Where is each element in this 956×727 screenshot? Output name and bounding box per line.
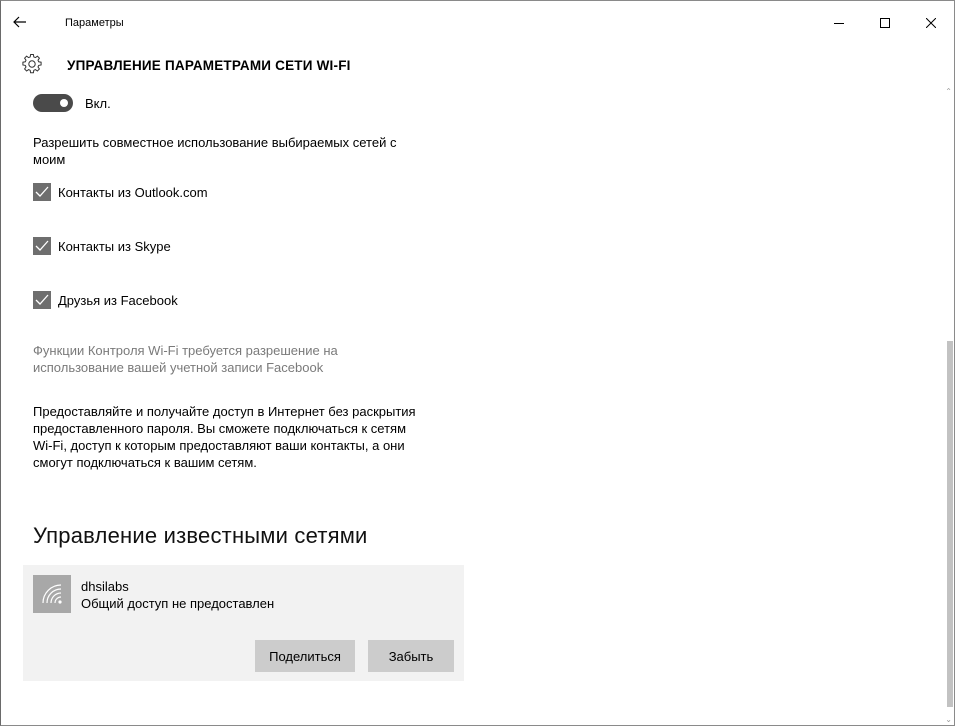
checkmark-icon bbox=[35, 186, 49, 197]
share-heading-line: моим bbox=[33, 152, 66, 167]
forget-button[interactable]: Забыть bbox=[368, 640, 454, 672]
maximize-icon bbox=[880, 18, 890, 28]
share-button[interactable]: Поделиться bbox=[255, 640, 355, 672]
network-name: dhsilabs bbox=[81, 579, 129, 594]
checkbox-outlook[interactable]: Контакты из Outlook.com bbox=[33, 183, 208, 201]
scroll-down-icon[interactable]: ⌄ bbox=[945, 715, 952, 724]
maximize-button[interactable] bbox=[862, 1, 908, 45]
known-networks-title: Управление известными сетями bbox=[33, 523, 368, 548]
facebook-note-line: использование вашей учетной записи Faceb… bbox=[33, 360, 324, 375]
title-bar: Параметры bbox=[1, 1, 954, 45]
facebook-note-line: Функции Контроля Wi-Fi требуется разреше… bbox=[33, 343, 338, 358]
network-status: Общий доступ не предоставлен bbox=[81, 596, 275, 611]
network-item[interactable]: dhsilabs Общий доступ не предоставлен По… bbox=[23, 565, 464, 681]
window-controls bbox=[816, 1, 954, 45]
settings-window: Параметры УПРАВЛЕНИЕ ПАРАМЕТРАМИ СЕТИ WI… bbox=[0, 0, 955, 726]
description-line: смогут подключаться к вашим сетям. bbox=[33, 455, 257, 470]
share-heading: Разрешить совместное использование выбир… bbox=[33, 134, 396, 168]
back-arrow-icon bbox=[13, 16, 26, 28]
close-button[interactable] bbox=[908, 1, 954, 45]
checkmark-icon bbox=[35, 240, 49, 251]
wifi-icon bbox=[42, 584, 62, 604]
page-title: УПРАВЛЕНИЕ ПАРАМЕТРАМИ СЕТИ WI-FI bbox=[67, 58, 351, 73]
app-title: Параметры bbox=[65, 17, 124, 29]
checkbox-facebook[interactable]: Друзья из Facebook bbox=[33, 291, 178, 309]
description-line: Предоставляйте и получайте доступ в Инте… bbox=[33, 404, 416, 419]
toggle-knob bbox=[60, 99, 68, 107]
share-heading-line: Разрешить совместное использование выбир… bbox=[33, 135, 397, 150]
checkbox-label: Контакты из Outlook.com bbox=[58, 184, 208, 200]
checkbox-skype[interactable]: Контакты из Skype bbox=[33, 237, 171, 255]
toggle-label: Вкл. bbox=[85, 95, 111, 111]
wifi-sense-toggle[interactable] bbox=[33, 94, 73, 112]
checkbox-label: Друзья из Facebook bbox=[58, 292, 178, 308]
checkbox-label: Контакты из Skype bbox=[58, 238, 171, 254]
wifi-tile bbox=[33, 575, 71, 613]
description: Предоставляйте и получайте доступ в Инте… bbox=[33, 403, 416, 471]
checkbox-box[interactable] bbox=[33, 183, 51, 201]
facebook-note: Функции Контроля Wi-Fi требуется разреше… bbox=[33, 342, 338, 376]
minimize-icon bbox=[834, 23, 844, 24]
scrollbar-thumb[interactable] bbox=[947, 341, 953, 707]
description-line: Wi-Fi, доступ к которым предоставляют ва… bbox=[33, 438, 405, 453]
minimize-button[interactable] bbox=[816, 1, 862, 45]
close-icon bbox=[926, 18, 936, 28]
wifi-sense-toggle-row: Вкл. bbox=[33, 94, 111, 112]
checkbox-box[interactable] bbox=[33, 291, 51, 309]
gear-icon bbox=[22, 54, 42, 74]
description-line: предоставленного пароля. Вы сможете подк… bbox=[33, 421, 407, 436]
scroll-up-icon[interactable]: ⌃ bbox=[945, 87, 952, 96]
back-button[interactable] bbox=[5, 7, 35, 37]
page-header: УПРАВЛЕНИЕ ПАРАМЕТРАМИ СЕТИ WI-FI bbox=[1, 45, 954, 85]
checkmark-icon bbox=[35, 294, 49, 305]
scrollbar[interactable]: ⌃ ⌄ bbox=[944, 85, 954, 725]
checkbox-box[interactable] bbox=[33, 237, 51, 255]
